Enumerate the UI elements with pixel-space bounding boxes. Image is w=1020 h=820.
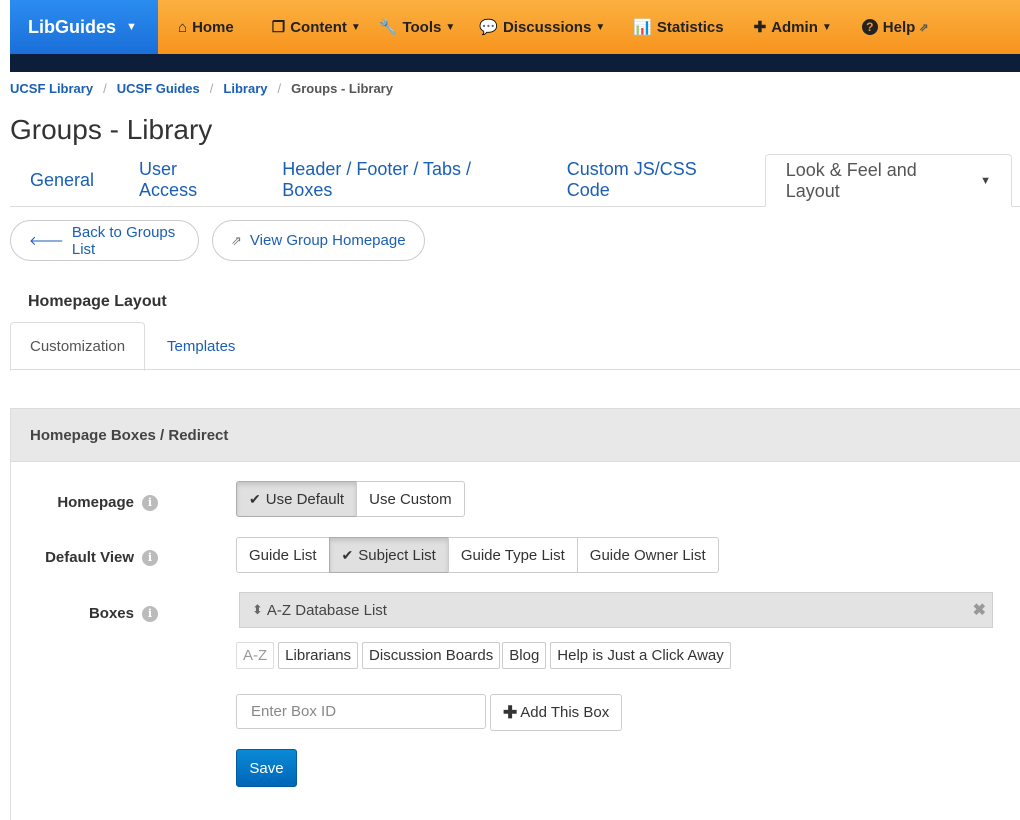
puzzle-icon: ✚	[753, 19, 767, 36]
tab-custom-js-css[interactable]: Custom JS/CSS Code	[547, 154, 762, 206]
subject-list-button[interactable]: ✔ Subject List	[328, 537, 449, 573]
box-chip-librarians[interactable]: Librarians	[278, 642, 359, 669]
nav-admin[interactable]: ✚ Admin ▼	[754, 0, 832, 54]
use-default-label: Use Default	[265, 490, 345, 508]
homepage-label: Homepage	[57, 494, 134, 511]
nav-discussions[interactable]: 💬 Discussions ▼	[479, 0, 605, 54]
breadcrumb-separator: /	[209, 81, 214, 96]
page-title: Groups - Library	[10, 114, 213, 145]
subject-list-label: Subject List	[358, 546, 436, 564]
breadcrumb-separator: /	[103, 81, 107, 96]
tab-look-feel-layout[interactable]: Look & Feel and Layout ▼	[764, 154, 1012, 207]
nav-content-label: Content	[290, 18, 347, 36]
back-to-groups-label: Back to Groups List	[71, 223, 176, 258]
tab-user-access[interactable]: User Access	[119, 154, 257, 206]
breadcrumb-separator: /	[277, 81, 282, 96]
caret-down-icon: ▼	[350, 21, 361, 33]
comments-icon: 💬	[479, 19, 498, 36]
box-chip-help[interactable]: Help is Just a Click Away	[550, 642, 731, 669]
default-view-toggle: Guide List ✔ Subject List Guide Type Lis…	[236, 537, 719, 573]
view-group-homepage-button[interactable]: ⇗ View Group Homepage	[212, 220, 425, 261]
breadcrumb-current: Groups - Library	[291, 81, 393, 96]
nav-content[interactable]: ❐ Content ▼	[272, 0, 361, 54]
box-chip-blog[interactable]: Blog	[502, 642, 547, 669]
nav-help[interactable]: ? Help ⇗	[861, 0, 929, 54]
nav-statistics-label: Statistics	[656, 18, 724, 36]
panel-heading: Homepage Boxes / Redirect	[11, 409, 1020, 462]
homepage-label-group: Homepage i	[57, 494, 158, 511]
save-button[interactable]: Save	[236, 749, 297, 787]
nav-tools[interactable]: 🔧 Tools ▼	[379, 0, 455, 54]
sub-tabs: Customization Templates	[10, 322, 1020, 371]
breadcrumb-ucsf-guides[interactable]: UCSF Guides	[117, 81, 200, 96]
add-box-label: Add This Box	[520, 704, 610, 721]
subtab-customization[interactable]: Customization	[10, 322, 146, 371]
boxes-label: Boxes	[88, 605, 134, 622]
nav-discussions-label: Discussions	[502, 18, 592, 36]
brand-label: LibGuides	[28, 16, 117, 37]
arrow-left-icon: 🡐	[29, 232, 64, 248]
subtab-templates[interactable]: Templates	[145, 322, 257, 370]
info-icon[interactable]: i	[142, 549, 158, 566]
use-default-button[interactable]: ✔ Use Default	[236, 481, 358, 517]
wrench-icon: 🔧	[378, 19, 398, 36]
box-chip-discussion-boards[interactable]: Discussion Boards	[362, 642, 501, 669]
main-tabs: General User Access Header / Footer / Ta…	[10, 154, 1020, 207]
tab-general[interactable]: General	[10, 154, 114, 206]
info-icon[interactable]: i	[142, 494, 158, 511]
nav-admin-label: Admin	[771, 18, 818, 36]
caret-down-icon: ▼	[980, 174, 991, 187]
selected-box-label: A-Z Database List	[266, 601, 387, 619]
caret-down-icon: ▼	[126, 21, 137, 33]
tab-header-footer-tabs-boxes[interactable]: Header / Footer / Tabs / Boxes	[262, 154, 541, 206]
plus-icon: ✚	[503, 702, 518, 722]
top-navbar: LibGuides ▼ ⌂ Home ❐ Content ▼ 🔧 Tools ▼…	[10, 0, 1020, 54]
back-to-groups-button[interactable]: 🡐 Back to Groups List	[10, 220, 199, 261]
box-id-input[interactable]	[236, 694, 486, 729]
drag-handle-icon[interactable]: ⬍	[252, 602, 263, 618]
navbar-bottom-strip	[10, 54, 1020, 72]
box-chip-a-z: A-Z	[236, 642, 275, 669]
default-view-label: Default View	[45, 549, 134, 566]
homepage-toggle: ✔ Use Default Use Custom	[236, 481, 465, 517]
content-icon: ❐	[271, 19, 286, 36]
view-group-homepage-label: View Group Homepage	[249, 232, 406, 249]
caret-down-icon: ▼	[821, 21, 832, 33]
remove-icon[interactable]: ✖	[973, 600, 986, 620]
guide-list-button[interactable]: Guide List	[236, 537, 330, 573]
nav-home[interactable]: ⌂ Home	[178, 0, 234, 54]
question-icon: ?	[861, 19, 878, 35]
nav-home-label: Home	[192, 18, 234, 36]
caret-down-icon: ▼	[445, 21, 456, 33]
breadcrumb: UCSF Library / UCSF Guides / Library / G…	[10, 81, 393, 96]
section-heading: Homepage Layout	[28, 293, 167, 310]
breadcrumb-ucsf-library[interactable]: UCSF Library	[10, 81, 93, 96]
nav-help-label: Help	[882, 18, 916, 36]
home-icon: ⌂	[178, 18, 188, 36]
external-link-icon: ⇗	[919, 21, 929, 34]
info-icon[interactable]: i	[142, 605, 158, 622]
nav-tools-label: Tools	[402, 18, 442, 36]
guide-type-list-button[interactable]: Guide Type List	[447, 537, 578, 573]
breadcrumb-library[interactable]: Library	[223, 81, 267, 96]
caret-down-icon: ▼	[595, 21, 606, 33]
check-icon: ✔	[249, 490, 261, 507]
bar-chart-icon: 📊	[633, 19, 652, 36]
selected-box-item[interactable]: ⬍ A-Z Database List ✖	[239, 592, 993, 628]
check-icon: ✔	[341, 546, 354, 563]
guide-owner-list-button[interactable]: Guide Owner List	[576, 537, 719, 573]
brand-menu[interactable]: LibGuides ▼	[10, 0, 158, 54]
tab-look-feel-layout-label: Look & Feel and Layout	[785, 159, 917, 201]
add-box-button[interactable]: ✚ Add This Box	[490, 694, 623, 731]
external-link-icon: ⇗	[231, 232, 242, 248]
use-custom-button[interactable]: Use Custom	[356, 481, 465, 517]
default-view-label-group: Default View i	[45, 549, 158, 566]
boxes-label-group: Boxes i	[89, 605, 158, 622]
nav-statistics[interactable]: 📊 Statistics	[633, 0, 723, 54]
available-boxes: A-Z Librarians Discussion Boards Blog He…	[236, 642, 735, 669]
